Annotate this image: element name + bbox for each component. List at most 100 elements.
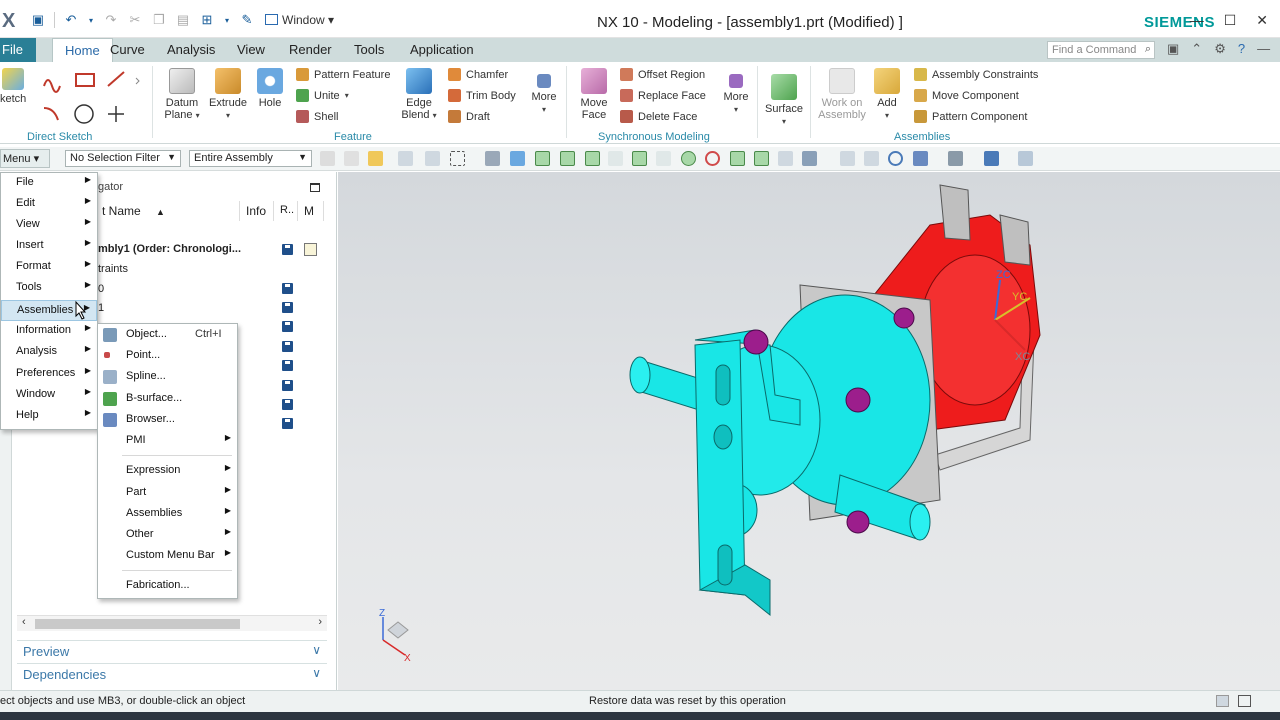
- menu-item-preferences[interactable]: Preferences ▶: [1, 364, 97, 385]
- submenu-item-assemblies[interactable]: Assemblies ▶: [98, 504, 237, 525]
- zoom-icon[interactable]: [864, 151, 879, 166]
- submenu-item-expression[interactable]: Expression ▶: [98, 461, 237, 482]
- selection-filter-dropdown[interactable]: No Selection Filter ▼: [65, 150, 181, 167]
- assembly-constraints-button[interactable]: Assembly Constraints: [914, 68, 1038, 81]
- face-select-icon[interactable]: [485, 151, 500, 166]
- menu-item-tools[interactable]: Tools ▶: [1, 278, 97, 299]
- control-point-icon[interactable]: [608, 151, 623, 166]
- add-component-button[interactable]: Add ▾: [872, 68, 902, 121]
- minimize-button[interactable]: —: [1190, 12, 1204, 29]
- general-object-icon[interactable]: [320, 151, 335, 166]
- maximize-button[interactable]: ☐: [1224, 12, 1237, 29]
- submenu-item-point[interactable]: Point...: [98, 346, 237, 367]
- submenu-item-pmi[interactable]: PMI ▶: [98, 431, 237, 452]
- existing-point-icon[interactable]: [730, 151, 745, 166]
- end-point-icon[interactable]: [560, 151, 575, 166]
- help-icon[interactable]: ?: [1238, 41, 1245, 57]
- submenu-item-other[interactable]: Other ▶: [98, 525, 237, 546]
- feature-more-button[interactable]: More ▾: [528, 74, 560, 115]
- view-layout-icon[interactable]: [984, 151, 999, 166]
- list-item[interactable]: 0: [98, 283, 104, 295]
- hole-button[interactable]: Hole: [255, 68, 285, 109]
- submenu-item-browser[interactable]: Browser...: [98, 410, 237, 431]
- menu-item-information[interactable]: Information ▶: [1, 321, 97, 342]
- submenu-item-spline[interactable]: Spline...: [98, 367, 237, 388]
- submenu-item-part[interactable]: Part ▶: [98, 483, 237, 504]
- submenu-item-object[interactable]: Object... Ctrl+I: [98, 325, 237, 346]
- navigator-scrollbar[interactable]: ‹ ›: [17, 615, 327, 631]
- point-on-surface-icon[interactable]: [778, 151, 793, 166]
- rectangle-select-icon[interactable]: [450, 151, 465, 166]
- snap-icon[interactable]: [398, 151, 413, 166]
- move-face-button[interactable]: Move Face: [576, 68, 612, 121]
- preview-pane[interactable]: Preview ∨: [17, 640, 327, 662]
- sync-more-button[interactable]: More ▾: [720, 74, 752, 115]
- arc-center-icon[interactable]: [656, 151, 671, 166]
- delete-face-button[interactable]: Delete Face: [620, 110, 697, 123]
- render-style-icon[interactable]: [948, 151, 963, 166]
- menu-item-help[interactable]: Help ▶: [1, 406, 97, 427]
- column-header-info[interactable]: Info: [242, 201, 274, 221]
- submenu-item-custom-menu-bar[interactable]: Custom Menu Bar ▶: [98, 546, 237, 567]
- graphics-window[interactable]: YC XC ZC Z X: [338, 172, 1280, 690]
- work-layer-icon[interactable]: [1018, 151, 1033, 166]
- center-point-icon[interactable]: [681, 151, 696, 166]
- scroll-right-icon[interactable]: ›: [318, 616, 322, 628]
- scrollbar-thumb[interactable]: [35, 619, 240, 629]
- tab-tools[interactable]: Tools: [354, 42, 384, 57]
- selection-scope-dropdown[interactable]: Entire Assembly ▼: [189, 150, 312, 167]
- tab-view[interactable]: View: [237, 42, 265, 57]
- offset-region-button[interactable]: Offset Region: [620, 68, 705, 81]
- edge-blend-button[interactable]: Edge Blend ▾: [396, 68, 442, 121]
- intersection-icon[interactable]: [632, 151, 647, 166]
- sketch-button[interactable]: ketch: [0, 68, 26, 105]
- gear-icon[interactable]: ⚙: [1214, 41, 1226, 57]
- minimize-icon[interactable]: —: [1257, 41, 1270, 57]
- body-select-icon[interactable]: [510, 151, 525, 166]
- submenu-item-fabrication[interactable]: Fabrication...: [98, 576, 237, 597]
- datum-plane-button[interactable]: Datum Plane ▾: [160, 68, 204, 121]
- mid-point-icon[interactable]: [585, 151, 600, 166]
- select-all-icon[interactable]: [368, 151, 383, 166]
- tab-application[interactable]: Application: [410, 42, 474, 57]
- find-command-input[interactable]: Find a Command ⌕: [1047, 41, 1155, 59]
- pattern-feature-button[interactable]: Pattern Feature: [296, 68, 390, 81]
- move-component-button[interactable]: Move Component: [914, 89, 1019, 102]
- tab-render[interactable]: Render: [289, 42, 332, 57]
- trim-body-button[interactable]: Trim Body: [448, 89, 516, 102]
- menu-item-edit[interactable]: Edit ▶: [1, 194, 97, 215]
- point-on-curve-icon[interactable]: [754, 151, 769, 166]
- tab-home[interactable]: Home: [52, 38, 113, 63]
- tab-curve[interactable]: Curve: [110, 42, 145, 57]
- work-on-assembly-button[interactable]: Work on Assembly: [816, 68, 868, 121]
- orient-view-icon[interactable]: [913, 151, 928, 166]
- pattern-component-button[interactable]: Pattern Component: [914, 110, 1027, 123]
- list-item[interactable]: mbly1 (Order: Chronologi...: [98, 243, 241, 255]
- chamfer-button[interactable]: Chamfer: [448, 68, 508, 81]
- tab-file[interactable]: File: [0, 38, 36, 62]
- column-header-read-only[interactable]: R..: [276, 201, 298, 221]
- scroll-left-icon[interactable]: ‹: [22, 616, 26, 628]
- rotate-icon[interactable]: [888, 151, 903, 166]
- menu-item-window[interactable]: Window ▶: [1, 385, 97, 406]
- surface-button[interactable]: Surface ▾: [763, 74, 805, 127]
- menu-item-insert[interactable]: Insert ▶: [1, 236, 97, 257]
- draft-button[interactable]: Draft: [448, 110, 490, 123]
- maximize-icon[interactable]: [310, 183, 320, 192]
- snap-point-icon[interactable]: [535, 151, 550, 166]
- menu-button[interactable]: Menu ▾: [0, 149, 50, 168]
- collapse-ribbon-icon[interactable]: ⌃: [1191, 41, 1202, 57]
- replace-face-button[interactable]: Replace Face: [620, 89, 706, 102]
- resource-bar-icon[interactable]: ▣: [1167, 41, 1179, 57]
- filter-icon[interactable]: [344, 151, 359, 166]
- unite-button[interactable]: Unite ▾: [296, 89, 349, 102]
- extrude-button[interactable]: Extrude ▾: [207, 68, 249, 121]
- list-item[interactable]: 1: [98, 302, 104, 314]
- selection-icon[interactable]: [1216, 695, 1229, 707]
- menu-item-file[interactable]: File ▶: [1, 173, 97, 194]
- dependencies-pane[interactable]: Dependencies ∨: [17, 663, 327, 685]
- intent-icon[interactable]: [425, 151, 440, 166]
- view-fit-icon[interactable]: [840, 151, 855, 166]
- shell-button[interactable]: Shell: [296, 110, 338, 123]
- quadrant-point-icon[interactable]: [705, 151, 720, 166]
